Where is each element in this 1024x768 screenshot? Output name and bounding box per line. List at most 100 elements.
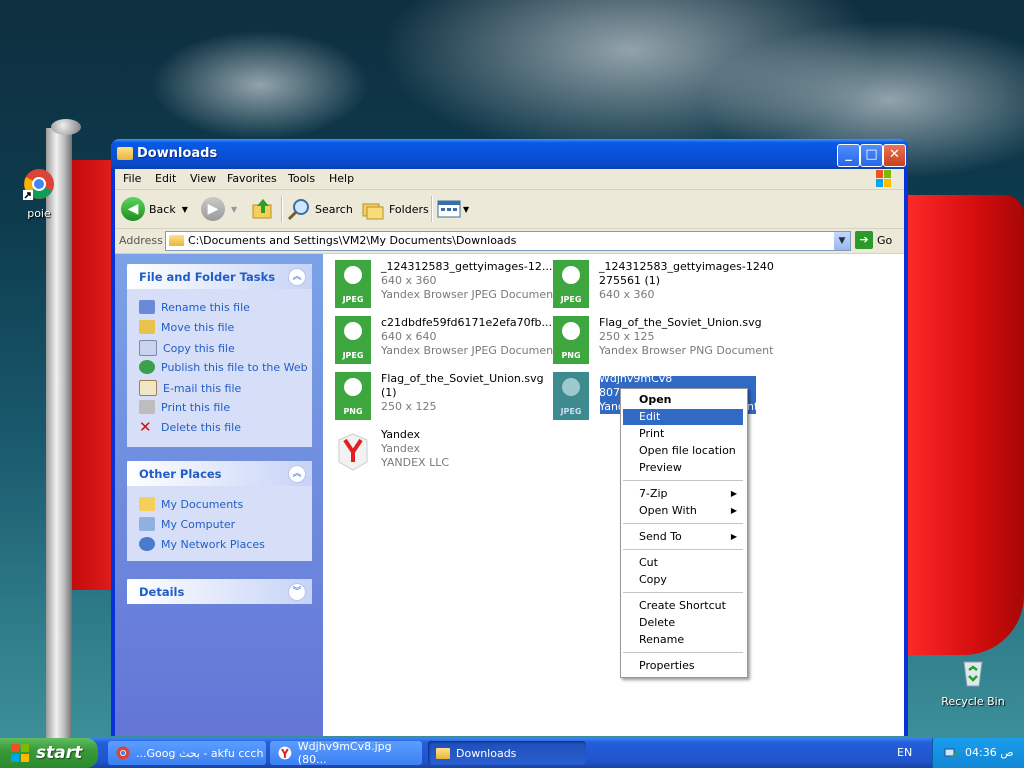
place-my-computer[interactable]: My Computer [139,517,235,531]
place-my-documents[interactable]: My Documents [139,497,243,511]
red-flag-left [72,160,114,590]
panel-header[interactable]: Other Places ︽ [127,461,312,486]
file-item[interactable]: JPEG _124312583_gettyimages-12... 640 x … [335,260,557,310]
menu-view[interactable]: View [190,172,216,185]
menu-file[interactable]: File [123,172,141,185]
menu-edit[interactable]: Edit [155,172,176,185]
go-label: Go [877,233,893,247]
ctx-cut[interactable]: Cut [623,555,743,571]
file-meta: 250 x 125 [381,400,437,413]
place-network[interactable]: My Network Places [139,537,265,551]
system-tray: 04:36 ص [932,738,1024,768]
task-rename[interactable]: Rename this file [139,300,250,314]
menu-tools[interactable]: Tools [288,172,315,185]
file-item[interactable]: JPEG _124312583_gettyimages-1240 275561 … [553,260,774,310]
file-meta: 640 x 640 [381,330,437,343]
maximize-button[interactable]: □ [860,144,883,167]
toolbar-separator [281,196,283,222]
panel-header[interactable]: File and Folder Tasks ︽ [127,264,312,289]
panel-title: Other Places [139,467,222,481]
task-email[interactable]: E-mail this file [139,380,241,396]
file-name-cont: 275561 (1) [599,274,661,287]
jpeg-file-icon: JPEG [335,316,371,364]
submenu-arrow-icon: ▶ [730,506,737,515]
language-indicator[interactable]: EN [897,746,912,759]
file-item[interactable]: PNG Flag_of_the_Soviet_Union.svg (1) 250… [335,372,545,422]
jpeg-file-icon: JPEG [553,372,589,420]
file-item[interactable]: PNG Flag_of_the_Soviet_Union.svg 250 x 1… [553,316,773,366]
chevron-down-icon: ▼ [231,204,238,214]
up-folder-button[interactable] [251,196,275,222]
context-menu: Open Edit Print Open file location Previ… [620,388,748,678]
close-button[interactable]: ✕ [883,144,906,167]
ctx-open[interactable]: Open [623,392,743,408]
file-item[interactable]: JPEG c21dbdfe59fd6171e2efa70fb... 640 x … [335,316,557,366]
network-tray-icon[interactable] [943,745,959,761]
address-field[interactable]: C:\Documents and Settings\VM2\My Documen… [165,231,851,251]
toolbar: ◀ Back ▼ ▶ ▼ Search Folders ▼ [115,190,904,229]
desktop-icon-label: Recycle Bin [941,695,1005,708]
ctx-send-to[interactable]: Send To ▶ [623,529,743,545]
panel-title: File and Folder Tasks [139,270,276,284]
task-publish[interactable]: Publish this file to the Web [139,360,308,374]
start-button[interactable]: start [0,738,98,768]
file-meta: 640 x 360 [381,274,437,287]
back-arrow-icon: ◀ [121,197,145,221]
go-button[interactable]: ➔ Go [855,231,892,249]
task-label: Publish this file to the Web [161,360,308,374]
forward-button[interactable]: ▶ ▼ [201,196,237,222]
back-button[interactable]: ◀ Back ▼ [121,196,188,222]
search-button[interactable]: Search [287,196,353,222]
ctx-preview[interactable]: Preview [623,460,743,476]
views-button[interactable]: ▼ [437,196,469,222]
menu-help[interactable]: Help [329,172,354,185]
ctx-separator [623,480,743,481]
task-label: E-mail this file [163,381,242,395]
ctx-separator [623,652,743,653]
taskbar-button-downloads[interactable]: Downloads [428,741,586,765]
task-copy[interactable]: Copy this file [139,340,235,356]
submenu-arrow-icon: ▶ [730,489,737,498]
file-name: _124312583_gettyimages-12... [381,260,553,273]
ctx-delete[interactable]: Delete [623,615,743,631]
delete-icon: ✕ [139,418,152,436]
chevron-down-icon: ▼ [463,204,470,214]
taskbar-button-yandex[interactable]: Wdjhv9mCv8.jpg (80... [270,740,422,766]
file-item[interactable]: Yandex Yandex YANDEX LLC [335,428,545,478]
folder-icon [169,235,184,246]
title-bar[interactable]: Downloads _ □ ✕ [111,139,908,169]
ctx-7zip[interactable]: 7-Zip ▶ [623,486,743,502]
file-name: Flag_of_the_Soviet_Union.svg [381,372,544,385]
ctx-label: Open With [639,504,697,517]
file-folder-tasks-panel: File and Folder Tasks ︽ Rename this file… [127,264,312,447]
details-panel: Details ︾ [127,579,312,604]
ctx-properties[interactable]: Properties [623,658,743,674]
folders-button[interactable]: Folders [361,196,429,222]
panel-header[interactable]: Details ︾ [127,579,312,604]
chevron-down-icon: ▼ [181,204,188,214]
desktop-icon-recycle-bin[interactable]: Recycle Bin [938,656,1008,708]
publish-web-icon [139,360,155,374]
ctx-rename[interactable]: Rename [623,632,743,648]
menu-bar: File Edit View Favorites Tools Help [115,169,904,190]
ctx-copy[interactable]: Copy [623,572,743,588]
task-print[interactable]: Print this file [139,400,230,414]
address-dropdown-button[interactable]: ▼ [834,232,850,250]
ctx-open-with[interactable]: Open With ▶ [623,503,743,519]
menu-favorites[interactable]: Favorites [227,172,277,185]
desktop-icon-poie[interactable]: poie [4,168,74,220]
minimize-button[interactable]: _ [837,144,860,167]
taskbar-button-chrome[interactable]: ...Goog بحث - akfu ccch [108,741,266,765]
ctx-print[interactable]: Print [623,426,743,442]
task-move[interactable]: Move this file [139,320,234,334]
ctx-open-file-location[interactable]: Open file location [623,443,743,459]
ctx-edit[interactable]: Edit [623,409,743,425]
task-delete[interactable]: ✕ Delete this file [139,418,241,436]
clock[interactable]: 04:36 ص [965,746,1014,759]
place-label: My Documents [161,497,244,511]
expand-icon[interactable]: ︾ [288,583,306,601]
ctx-create-shortcut[interactable]: Create Shortcut [623,598,743,614]
collapse-icon[interactable]: ︽ [288,268,306,286]
collapse-icon[interactable]: ︽ [288,465,306,483]
my-documents-icon [139,497,155,511]
